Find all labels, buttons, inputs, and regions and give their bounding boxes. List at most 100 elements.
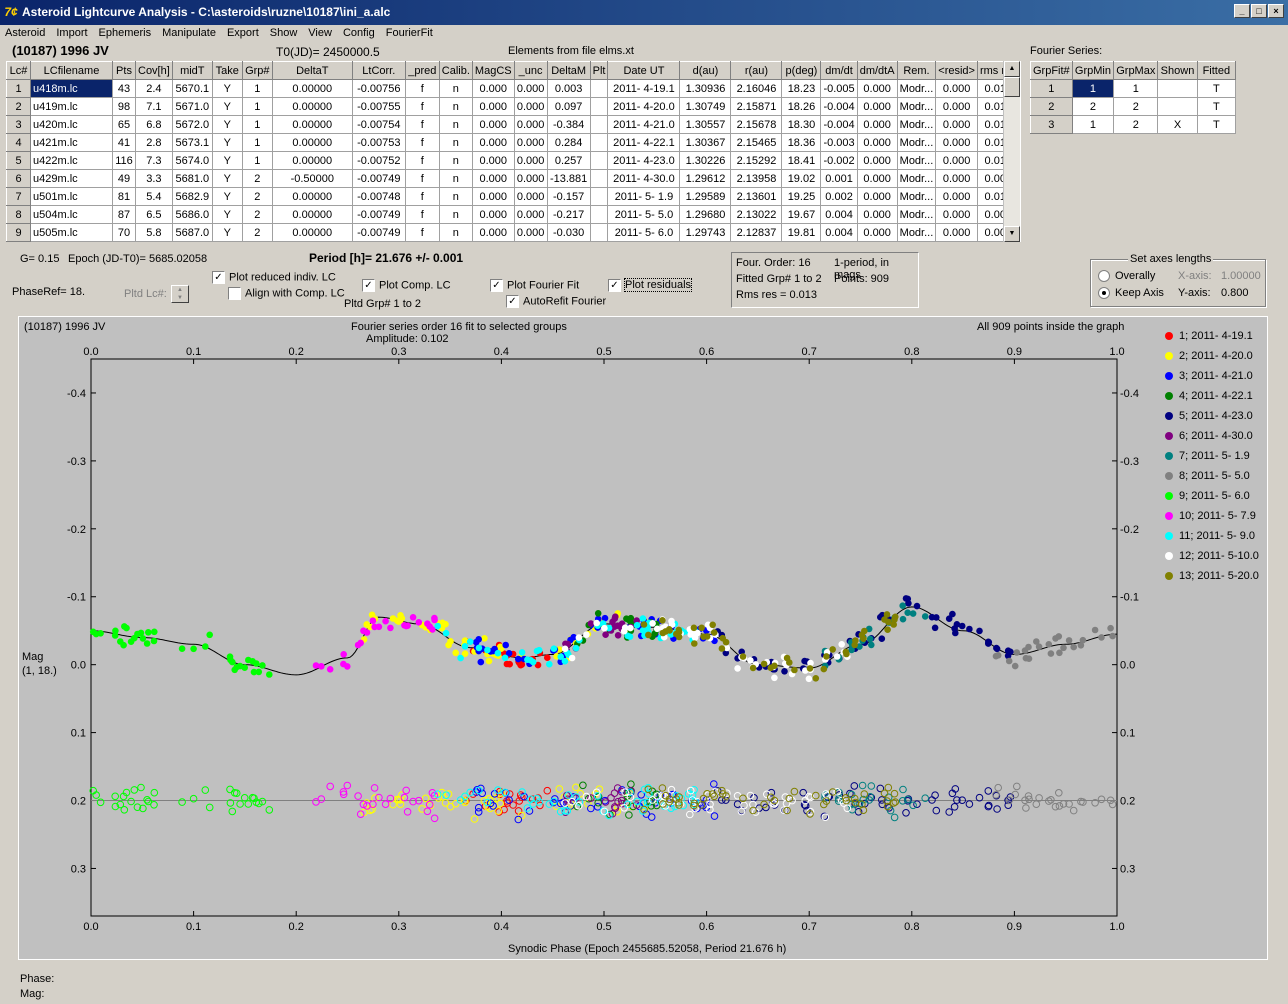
data-point [1033, 638, 1040, 645]
data-point [852, 637, 859, 644]
legend-entry: 4; 2011- 4-22.1 [1165, 390, 1253, 402]
data-point [747, 657, 754, 664]
data-point [1091, 626, 1099, 634]
data-point [842, 648, 850, 656]
x-tick-label-bottom: 0.9 [1007, 921, 1022, 933]
data-point [625, 616, 633, 624]
legend-entry: 6; 2011- 4-30.0 [1165, 430, 1253, 442]
legend-marker [1165, 492, 1173, 501]
data-point [675, 628, 683, 636]
data-point [371, 623, 378, 631]
data-point [501, 654, 509, 662]
y-tick-label-right: -0.2 [1120, 524, 1139, 536]
data-point [529, 658, 537, 666]
data-point [1065, 637, 1073, 644]
lightcurve-chart[interactable]: 0.0 0.0 0.1 0.1 0.2 0.2 0.3 0.3 0.4 0.4 0.5 0.5 0.6 0… [0, 0, 1288, 1004]
data-point [206, 631, 213, 639]
data-point [568, 654, 576, 662]
legend-marker [1165, 532, 1173, 541]
x-tick-label-bottom: 0.2 [289, 921, 304, 933]
data-point [1013, 649, 1021, 656]
y-tick-label-left: -0.2 [67, 524, 86, 536]
legend-label: 8; 2011- 5- 5.0 [1179, 470, 1250, 482]
data-point [190, 645, 197, 653]
data-point [640, 621, 648, 628]
data-point [402, 622, 410, 630]
legend-label: 1; 2011- 4-19.1 [1179, 330, 1253, 342]
data-point [434, 622, 442, 630]
y-tick-label-right: -0.4 [1120, 388, 1139, 400]
status-phase: Phase: [20, 973, 55, 985]
status-mag: Mag: [20, 988, 45, 1000]
legend-label: 2; 2011- 4-20.0 [1179, 350, 1253, 362]
legend-label: 12; 2011- 5-10.0 [1179, 550, 1259, 562]
data-point [485, 657, 493, 665]
x-tick-label-top: 0.2 [289, 346, 304, 358]
data-point [767, 664, 775, 672]
y-tick-label-right: 0.3 [1120, 863, 1135, 875]
data-point [621, 624, 629, 631]
data-point [1045, 641, 1053, 648]
legend-marker [1165, 512, 1173, 521]
y-tick-label-left: -0.1 [67, 592, 86, 604]
data-point [442, 629, 450, 637]
data-point [719, 634, 726, 642]
data-point [1047, 650, 1055, 657]
data-point [884, 626, 891, 633]
data-point [561, 645, 569, 653]
data-point [360, 627, 367, 635]
data-point [1005, 657, 1013, 665]
plot-title: Fourier series order 16 fit to selected … [351, 321, 567, 333]
data-point [639, 615, 647, 622]
data-point [966, 625, 973, 633]
legend-entry: 8; 2011- 5- 5.0 [1165, 470, 1250, 482]
data-point [518, 649, 526, 656]
data-point [806, 665, 814, 672]
data-point [838, 641, 845, 648]
data-point [749, 664, 757, 672]
legend-marker [1165, 452, 1173, 461]
data-point [698, 624, 705, 632]
data-point [231, 666, 238, 674]
data-point [1098, 634, 1105, 641]
legend-entry: 9; 2011- 5- 6.0 [1165, 490, 1250, 502]
data-point [771, 674, 778, 682]
data-point [506, 660, 513, 668]
legend-label: 13; 2011- 5-20.0 [1179, 570, 1259, 582]
legend-marker [1165, 352, 1173, 361]
x-tick-label-top: 0.3 [391, 346, 406, 358]
data-point [820, 665, 828, 673]
data-point [601, 624, 608, 632]
y-tick-label-right: 0.0 [1120, 660, 1135, 672]
data-point [259, 662, 266, 669]
y-tick-label-left: 0.3 [71, 863, 86, 875]
data-point [127, 638, 135, 645]
x-tick-label-bottom: 0.7 [802, 921, 817, 933]
data-point [691, 640, 698, 647]
data-point [1021, 647, 1029, 654]
legend-marker [1165, 472, 1173, 481]
x-tick-label-bottom: 0.6 [699, 921, 714, 933]
y-axis-subtitle: (1, 18.) [22, 665, 57, 677]
legend-marker [1165, 392, 1173, 401]
data-point [1052, 635, 1059, 642]
data-point [226, 653, 234, 660]
x-tick-label-top: 0.9 [1007, 346, 1022, 358]
data-point [340, 651, 348, 658]
data-point [899, 602, 906, 609]
legend-label: 10; 2011- 5- 7.9 [1179, 510, 1256, 522]
data-point [760, 660, 768, 668]
data-point [833, 653, 841, 660]
data-point [645, 631, 652, 639]
data-point [424, 620, 431, 627]
x-tick-label-bottom: 0.4 [494, 921, 509, 933]
data-point [121, 623, 128, 630]
data-point [245, 656, 252, 664]
data-point [326, 666, 334, 673]
y-tick-label-left: -0.3 [67, 456, 86, 468]
data-point [134, 630, 141, 638]
data-point [387, 624, 394, 632]
data-point [369, 617, 377, 624]
x-tick-label-top: 0.6 [699, 346, 714, 358]
legend-marker [1165, 432, 1173, 441]
